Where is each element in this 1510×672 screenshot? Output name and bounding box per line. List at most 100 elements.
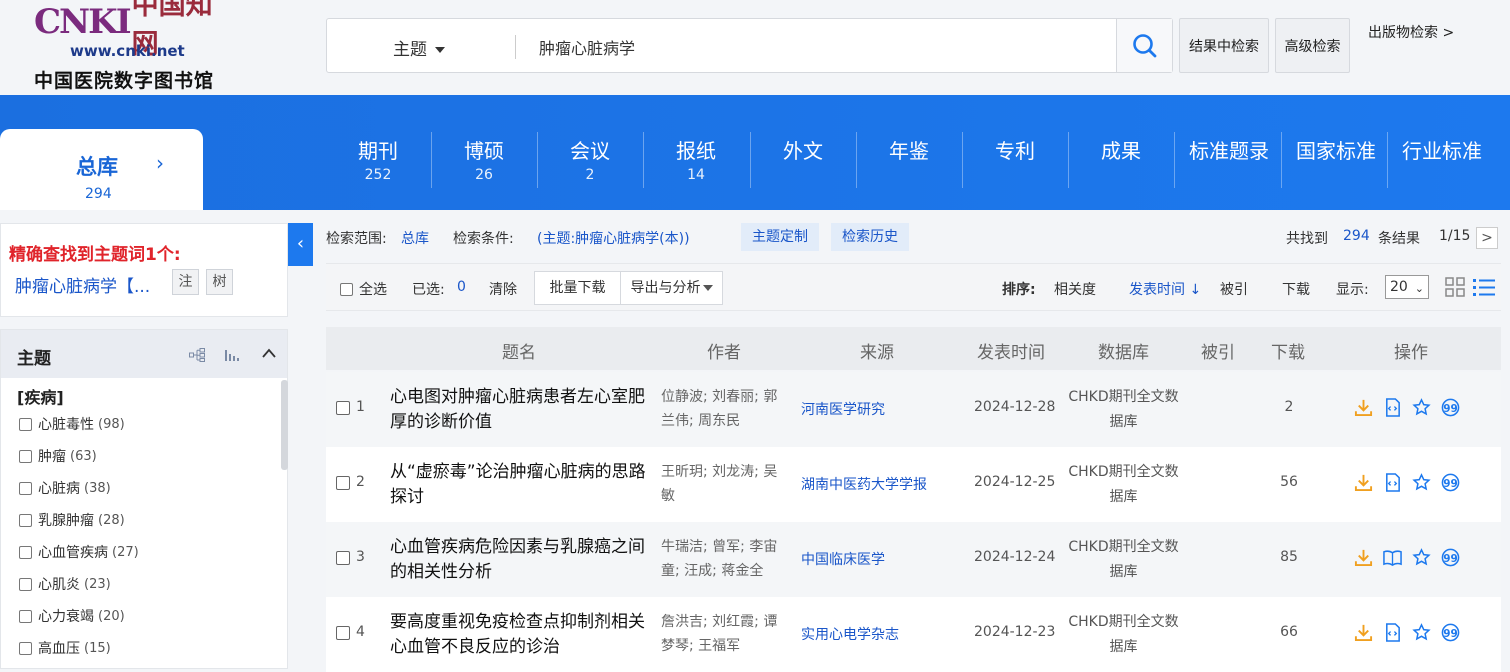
advanced-search-button[interactable]: 高级检索 [1275,18,1350,73]
facet-item[interactable]: 高血压 (15) [19,638,111,658]
html-read-icon[interactable] [1383,473,1402,492]
facet-header[interactable]: 主题 [1,330,287,378]
search-type-dropdown[interactable]: 主题 [393,35,445,60]
download-icon[interactable] [1354,548,1373,567]
article-title-link[interactable]: 要高度重视免疫检查点抑制剂相关心血管不良反应的诊治 [390,610,652,660]
facet-item[interactable]: 心脏毒性 (98) [19,414,125,434]
tab-newspaper[interactable]: 报纸 14 [656,135,736,187]
clear-button[interactable]: 清除 [489,279,517,299]
article-source[interactable]: 中国临床医学 [801,549,885,569]
scope-value[interactable]: 总库 [401,228,429,248]
row-checkbox[interactable] [336,551,350,565]
tab-yearbook[interactable]: 年鉴 [869,135,949,187]
search-in-results-button[interactable]: 结果中检索 [1179,18,1269,73]
search-history-button[interactable]: 检索历史 [831,223,909,251]
facet-item-count: (38) [84,480,111,496]
page-size-value: 20 [1390,279,1408,295]
favorite-star-icon[interactable] [1412,623,1431,642]
tab-industry-standard[interactable]: 行业标准 [1394,135,1490,187]
bar-chart-icon[interactable] [224,348,240,362]
quote-icon[interactable]: 99 [1441,473,1460,492]
sort-relevance[interactable]: 相关度 [1054,279,1096,299]
article-title-link[interactable]: 心电图对肿瘤心脏病患者左心室肥厚的诊断价值 [390,385,652,435]
tab-standard-catalog[interactable]: 标准题录 [1181,135,1277,187]
download-icon[interactable] [1354,398,1373,417]
collapse-panel-button[interactable]: ‹ [288,223,313,266]
tab-national-standard[interactable]: 国家标准 [1288,135,1384,187]
article-source[interactable]: 湖南中医药大学学报 [801,474,927,494]
quote-icon[interactable]: 99 [1441,548,1460,567]
checkbox[interactable] [19,449,32,463]
article-downloads: 2 [1284,399,1294,415]
facet-item[interactable]: 心肌炎 (23) [19,574,111,594]
article-title-link[interactable]: 从“虚瘀毒”论治肿瘤心脏病的思路探讨 [390,460,652,510]
tab-thesis[interactable]: 博硕 26 [444,135,524,187]
checkbox[interactable] [19,545,32,559]
checkbox[interactable] [19,641,32,655]
html-read-icon[interactable] [1383,398,1402,417]
grid-view-icon[interactable] [1445,277,1465,297]
list-view-icon[interactable] [1473,277,1495,297]
chevron-up-icon[interactable] [262,348,276,358]
favorite-star-icon[interactable] [1412,398,1431,417]
checkbox[interactable] [19,513,32,527]
tree-button[interactable]: 树 [206,269,233,295]
facet-scrollbar[interactable] [281,380,288,470]
exact-match-term-link[interactable]: 肿瘤心脏病学【... [15,272,150,297]
publication-search-link[interactable]: 出版物检索 > [1368,22,1454,42]
checkbox[interactable] [19,481,32,495]
article-source[interactable]: 河南医学研究 [801,399,885,419]
favorite-star-icon[interactable] [1412,473,1431,492]
open-book-icon[interactable] [1383,548,1402,567]
tab-total-library[interactable]: 总库 › 294 [0,129,203,210]
row-checkbox[interactable] [336,476,350,490]
topic-custom-button[interactable]: 主题定制 [741,223,819,251]
table-row: 1 心电图对肿瘤心脏病患者左心室肥厚的诊断价值 位静波; 刘春丽; 郭兰伟; 周… [326,372,1501,447]
tab-conference[interactable]: 会议 2 [550,135,630,187]
page-size-select[interactable]: 20 ⌄ [1385,275,1429,299]
article-authors[interactable]: 王昕玥; 刘龙涛; 吴敏 [661,460,791,508]
search-input[interactable] [539,35,1099,59]
checkbox[interactable] [19,417,32,431]
article-authors[interactable]: 詹洪吉; 刘红霞; 谭梦琴; 王福军 [661,610,791,658]
search-button[interactable] [1116,19,1172,72]
article-authors[interactable]: 位静波; 刘春丽; 郭兰伟; 周东民 [661,385,791,433]
export-label: 导出与分析 [630,280,701,296]
tab-foreign[interactable]: 外文 [763,135,843,187]
checkbox[interactable] [19,609,32,623]
checkbox[interactable] [340,282,353,296]
quote-icon[interactable]: 99 [1441,398,1460,417]
cnki-logo[interactable]: CNKI 中国知网 www.cnki.net 中国医院数字图书馆 [34,0,220,92]
facet-item[interactable]: 乳腺肿瘤 (28) [19,510,125,530]
favorite-star-icon[interactable] [1412,548,1431,567]
html-read-icon[interactable] [1383,623,1402,642]
facet-item[interactable]: 心力衰竭 (20) [19,606,125,626]
tab-journal[interactable]: 期刊 252 [338,135,418,187]
arrow-down-icon: ↓ [1189,282,1202,298]
article-title-link[interactable]: 心血管疾病危险因素与乳腺癌之间的相关性分析 [390,535,652,585]
tab-patent[interactable]: 专利 [975,135,1055,187]
tab-achievement[interactable]: 成果 [1081,135,1161,187]
sort-date[interactable]: 发表时间 ↓ [1129,279,1201,299]
next-page-button[interactable]: > [1476,227,1498,249]
tree-structure-icon[interactable] [189,348,205,362]
caret-down-icon [702,285,713,291]
select-all-checkbox[interactable]: 全选 [340,279,387,299]
divider [1068,132,1069,188]
note-button[interactable]: 注 [172,269,199,295]
row-checkbox[interactable] [336,401,350,415]
download-icon[interactable] [1354,623,1373,642]
checkbox[interactable] [19,577,32,591]
article-authors[interactable]: 牛瑞洁; 曾军; 李宙童; 汪成; 蒋金全 [661,535,791,583]
facet-item[interactable]: 肿瘤 (63) [19,446,97,466]
quote-icon[interactable]: 99 [1441,623,1460,642]
export-analysis-dropdown[interactable]: 导出与分析 [621,271,723,305]
row-checkbox[interactable] [336,626,350,640]
sort-download[interactable]: 下载 [1282,279,1310,299]
download-icon[interactable] [1354,473,1373,492]
facet-item[interactable]: 心血管疾病 (27) [19,542,139,562]
sort-cited[interactable]: 被引 [1220,279,1248,299]
article-source[interactable]: 实用心电学杂志 [801,624,899,644]
facet-item[interactable]: 心脏病 (38) [19,478,111,498]
batch-download-button[interactable]: 批量下载 [534,271,621,305]
